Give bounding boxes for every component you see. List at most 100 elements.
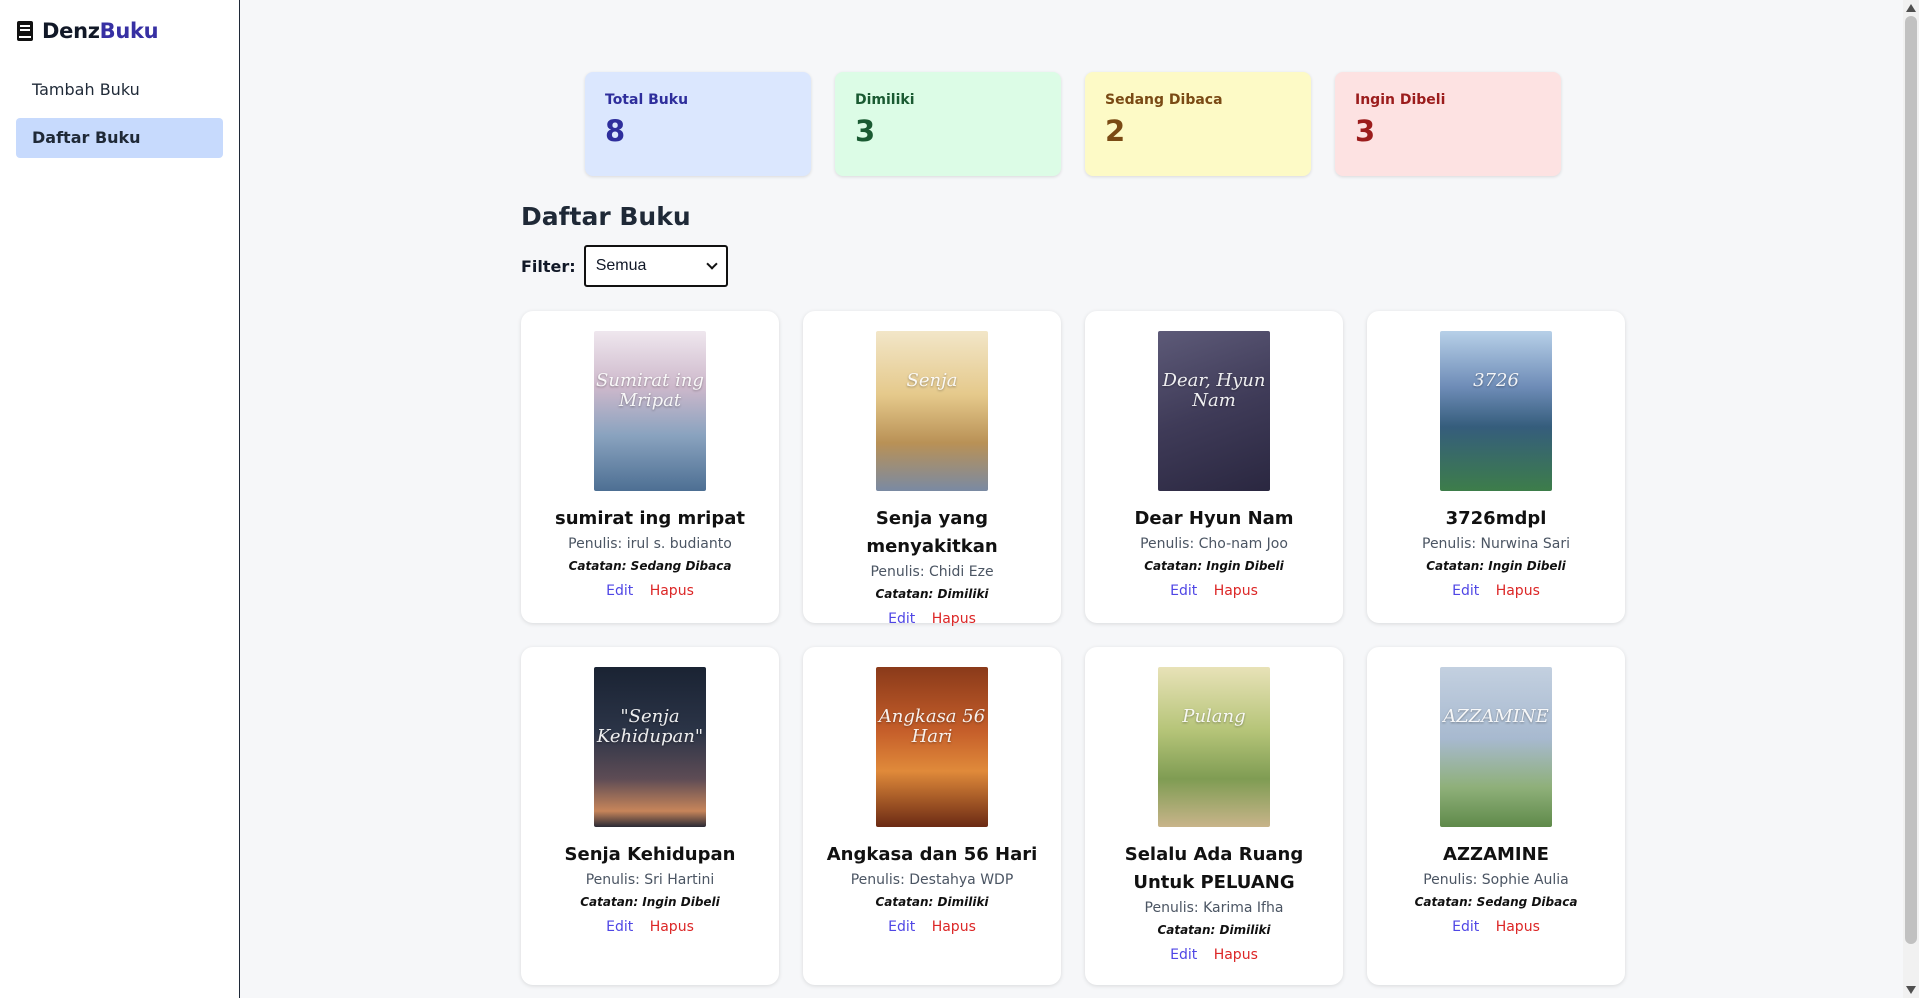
cover-title: Pulang	[1182, 706, 1246, 727]
book-cover: AZZAMINE	[1440, 667, 1552, 827]
stat-label: Ingin Dibeli	[1355, 92, 1446, 108]
book-grid: Sumirat ing Mripat sumirat ing mripat Pe…	[521, 311, 1625, 985]
scroll-down-arrow-icon[interactable]	[1906, 986, 1916, 994]
book-card: Pulang Selalu Ada Ruang Untuk PELUANG Pe…	[1085, 647, 1343, 985]
book-title: sumirat ing mripat	[555, 508, 745, 529]
edit-button[interactable]: Edit	[606, 919, 633, 935]
book-author: Penulis: Sophie Aulia	[1423, 872, 1569, 888]
stat-value: 3	[855, 114, 876, 148]
book-cover: 3726	[1440, 331, 1552, 491]
book-cover: Pulang	[1158, 667, 1270, 827]
delete-button[interactable]: Hapus	[1496, 919, 1540, 935]
edit-button[interactable]: Edit	[888, 611, 915, 627]
delete-button[interactable]: Hapus	[1496, 583, 1540, 599]
delete-button[interactable]: Hapus	[1214, 583, 1258, 599]
cover-title: Senja	[906, 370, 958, 391]
delete-button[interactable]: Hapus	[932, 611, 976, 627]
delete-button[interactable]: Hapus	[932, 919, 976, 935]
cover-title: AZZAMINE	[1443, 706, 1549, 727]
book-author: Penulis: irul s. budianto	[568, 536, 732, 552]
book-actions: Edit Hapus	[813, 611, 1051, 627]
cover-title: "Senja Kehidupan"	[596, 706, 704, 747]
scrollbar[interactable]	[1903, 0, 1919, 998]
book-author: Penulis: Chidi Eze	[870, 564, 994, 580]
book-actions: Edit Hapus	[531, 919, 769, 935]
edit-button[interactable]: Edit	[1170, 583, 1197, 599]
main-content: Total Buku 8 Dimiliki 3 Sedang Dibaca 2 …	[521, 72, 1625, 985]
book-cover: "Senja Kehidupan"	[594, 667, 706, 827]
sidebar-item-daftar-buku[interactable]: Daftar Buku	[16, 118, 223, 158]
edit-button[interactable]: Edit	[888, 919, 915, 935]
chevron-down-icon	[706, 258, 718, 270]
book-author: Penulis: Karima Ifha	[1144, 900, 1284, 916]
book-title: AZZAMINE	[1443, 844, 1549, 865]
edit-button[interactable]: Edit	[606, 583, 633, 599]
book-note: Catatan: Dimiliki	[875, 587, 989, 601]
book-card: Senja Senja yang menyakitkan Penulis: Ch…	[803, 311, 1061, 627]
book-title: Selalu Ada Ruang Untuk PELUANG	[1124, 844, 1304, 893]
book-title: Angkasa dan 56 Hari	[826, 844, 1038, 865]
book-card: AZZAMINE AZZAMINE Penulis: Sophie Aulia …	[1367, 647, 1625, 985]
stat-label: Sedang Dibaca	[1105, 92, 1223, 108]
cover-title: 3726	[1473, 370, 1519, 391]
filter-select-value: Semua	[595, 257, 647, 274]
book-cover: Sumirat ing Mripat	[594, 331, 706, 491]
sidebar: DenzBuku Tambah Buku Daftar Buku	[0, 0, 240, 998]
page-title: Daftar Buku	[521, 202, 691, 231]
stat-value: 3	[1355, 114, 1376, 148]
scrollbar-thumb[interactable]	[1905, 16, 1917, 944]
book-note: Catatan: Ingin Dibeli	[580, 895, 720, 909]
cover-title: Angkasa 56 Hari	[878, 706, 986, 747]
filter-label: Filter:	[521, 256, 576, 276]
edit-button[interactable]: Edit	[1452, 919, 1479, 935]
book-title: 3726mdpl	[1445, 508, 1547, 529]
stat-card-wishlist: Ingin Dibeli 3	[1335, 72, 1561, 176]
delete-button[interactable]: Hapus	[1214, 947, 1258, 963]
scroll-up-arrow-icon[interactable]	[1906, 4, 1916, 12]
sidebar-item-tambah-buku[interactable]: Tambah Buku	[16, 70, 223, 110]
logo[interactable]: DenzBuku	[16, 16, 223, 46]
book-cover: Senja	[876, 331, 988, 491]
stat-card-reading: Sedang Dibaca 2	[1085, 72, 1311, 176]
book-card: Angkasa 56 Hari Angkasa dan 56 Hari Penu…	[803, 647, 1061, 985]
filter-row: Filter: Semua	[521, 245, 1625, 287]
book-note: Catatan: Dimiliki	[875, 895, 989, 909]
book-note: Catatan: Sedang Dibaca	[1414, 895, 1578, 909]
book-author: Penulis: Nurwina Sari	[1422, 536, 1570, 552]
book-note: Catatan: Ingin Dibeli	[1144, 559, 1284, 573]
stats-row: Total Buku 8 Dimiliki 3 Sedang Dibaca 2 …	[521, 72, 1625, 176]
filter-select[interactable]: Semua	[583, 245, 728, 287]
logo-text-part1: Denz	[42, 19, 100, 43]
cover-title: Sumirat ing Mripat	[596, 370, 704, 411]
book-title: Dear Hyun Nam	[1134, 508, 1294, 529]
book-actions: Edit Hapus	[1377, 919, 1615, 935]
book-icon	[17, 21, 33, 41]
book-card: "Senja Kehidupan" Senja Kehidupan Penuli…	[521, 647, 779, 985]
book-actions: Edit Hapus	[531, 583, 769, 599]
book-note: Catatan: Dimiliki	[1157, 923, 1271, 937]
stat-label: Total Buku	[605, 92, 689, 108]
stat-value: 2	[1105, 114, 1126, 148]
book-card: 3726 3726mdpl Penulis: Nurwina Sari Cata…	[1367, 311, 1625, 623]
logo-text: DenzBuku	[42, 19, 159, 43]
stat-value: 8	[605, 114, 626, 148]
edit-button[interactable]: Edit	[1170, 947, 1197, 963]
delete-button[interactable]: Hapus	[650, 919, 694, 935]
book-author: Penulis: Destahya WDP	[850, 872, 1014, 888]
book-actions: Edit Hapus	[813, 919, 1051, 935]
book-actions: Edit Hapus	[1095, 947, 1333, 963]
stat-card-owned: Dimiliki 3	[835, 72, 1061, 176]
book-actions: Edit Hapus	[1377, 583, 1615, 599]
delete-button[interactable]: Hapus	[650, 583, 694, 599]
book-note: Catatan: Ingin Dibeli	[1426, 559, 1566, 573]
cover-title: Dear, Hyun Nam	[1162, 370, 1266, 411]
edit-button[interactable]: Edit	[1452, 583, 1479, 599]
book-title: Senja Kehidupan	[564, 844, 736, 865]
logo-text-part2: Buku	[99, 19, 159, 43]
book-cover: Dear, Hyun Nam	[1158, 331, 1270, 491]
stat-card-total: Total Buku 8	[585, 72, 811, 176]
book-actions: Edit Hapus	[1095, 583, 1333, 599]
book-card: Sumirat ing Mripat sumirat ing mripat Pe…	[521, 311, 779, 623]
book-note: Catatan: Sedang Dibaca	[568, 559, 732, 573]
book-card: Dear, Hyun Nam Dear Hyun Nam Penulis: Ch…	[1085, 311, 1343, 623]
